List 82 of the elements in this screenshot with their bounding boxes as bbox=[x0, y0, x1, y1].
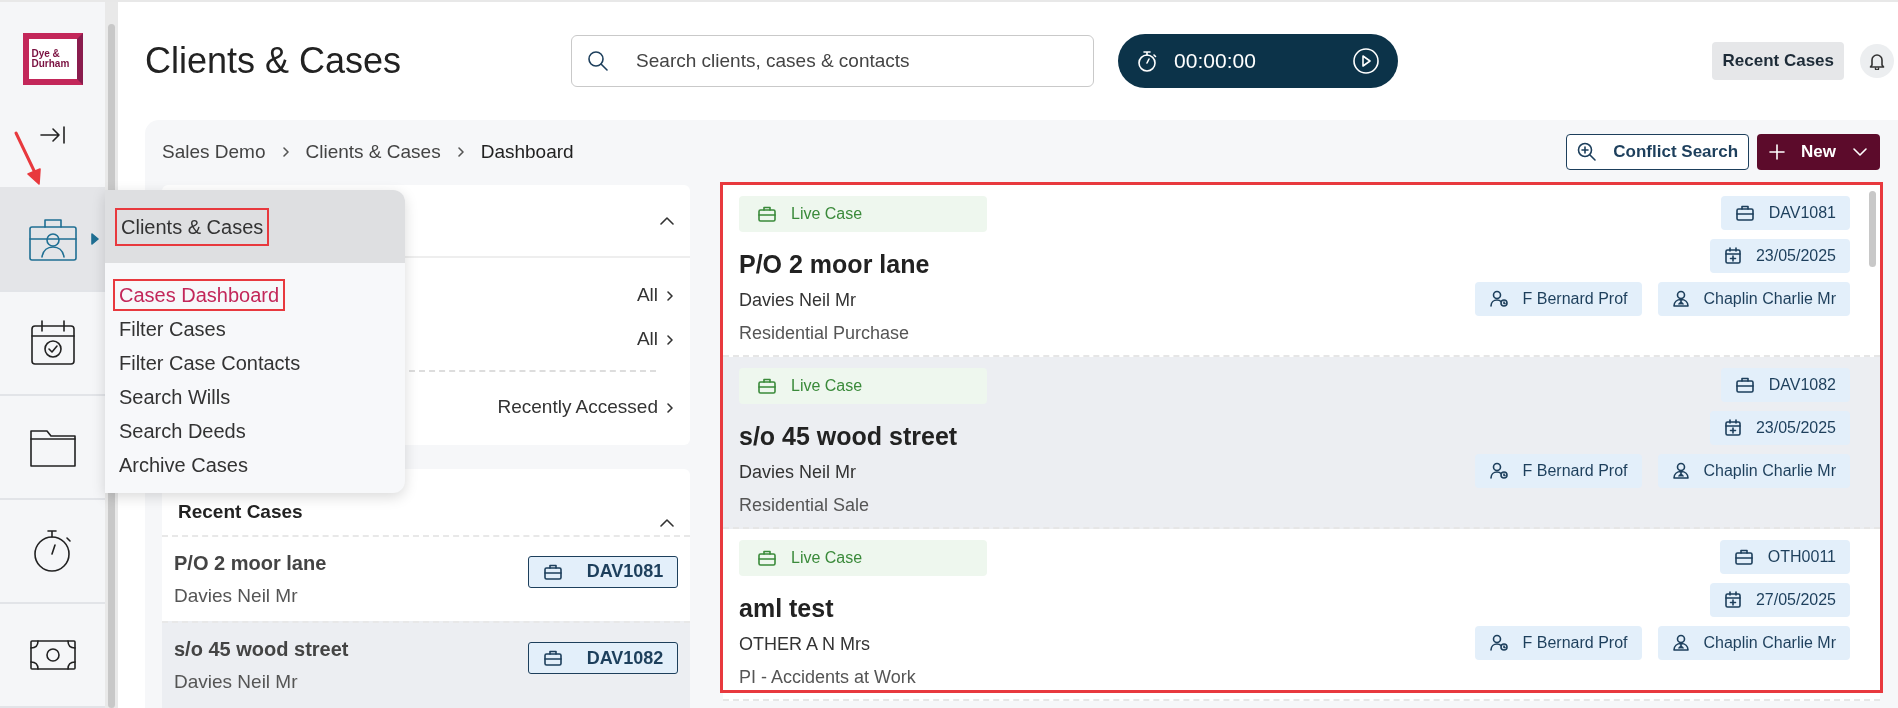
case-title: s/o 45 wood street bbox=[739, 420, 959, 452]
person-clock-icon bbox=[1488, 633, 1509, 652]
supervisor-chip: Chaplin Charlie Mr bbox=[1657, 453, 1850, 488]
stopwatch-icon[interactable] bbox=[31, 527, 74, 574]
person-icon bbox=[1671, 633, 1690, 652]
chevron-right-icon bbox=[281, 146, 290, 159]
bell-icon bbox=[1869, 51, 1885, 70]
calendar-plus-icon bbox=[1723, 418, 1742, 437]
scrollbar[interactable] bbox=[1869, 190, 1876, 267]
briefcase-icon bbox=[542, 649, 563, 668]
date-chip: 23/05/2025 bbox=[1709, 238, 1850, 273]
chevron-right-icon[interactable] bbox=[666, 333, 674, 346]
briefcase-icon bbox=[542, 562, 563, 581]
briefcase-icon bbox=[757, 204, 777, 223]
breadcrumb-link[interactable]: Sales Demo bbox=[162, 137, 266, 167]
person-icon bbox=[1671, 461, 1690, 480]
case-title: P/O 2 moor lane bbox=[739, 248, 931, 280]
case-title: P/O 2 moor lane bbox=[174, 550, 327, 576]
case-reference-button[interactable]: DAV1082 bbox=[528, 642, 678, 675]
person-clock-icon bbox=[1488, 289, 1509, 308]
client-name: OTHER A N Mrs bbox=[739, 633, 871, 657]
briefcase-icon bbox=[757, 376, 777, 395]
menu-title: Clients & Cases bbox=[115, 207, 270, 246]
stopwatch-icon bbox=[1136, 48, 1159, 73]
person-clock-icon bbox=[1488, 461, 1509, 480]
chevron-right-icon bbox=[456, 146, 465, 159]
calendar-plus-icon bbox=[1723, 590, 1742, 609]
chevron-up-icon[interactable] bbox=[660, 215, 674, 225]
plus-icon bbox=[1769, 144, 1786, 161]
chevron-up-icon[interactable] bbox=[660, 517, 674, 527]
client-name: Davies Neil Mr bbox=[174, 670, 299, 695]
conflict-search-button[interactable]: Conflict Search bbox=[1566, 134, 1750, 170]
card-title: Recent Cases bbox=[178, 500, 303, 525]
chevron-right-icon[interactable] bbox=[666, 289, 674, 302]
fee-earner-chip: F Bernard Prof bbox=[1474, 625, 1642, 660]
case-type: Residential Purchase bbox=[739, 322, 911, 346]
case-title: aml test bbox=[739, 592, 835, 624]
status-badge: Live Case bbox=[739, 195, 987, 232]
client-name: Davies Neil Mr bbox=[739, 461, 858, 485]
reference-chip: DAV1081 bbox=[1720, 195, 1850, 230]
menu-item[interactable]: Cases Dashboard bbox=[113, 279, 286, 311]
notifications-button[interactable] bbox=[1860, 43, 1894, 78]
recent-cases-button[interactable]: Recent Cases bbox=[1712, 42, 1844, 80]
case-type: PI - Accidents at Work bbox=[739, 666, 917, 690]
client-name: Davies Neil Mr bbox=[174, 583, 299, 608]
breadcrumb-current: Dashboard bbox=[480, 139, 574, 164]
supervisor-chip: Chaplin Charlie Mr bbox=[1657, 281, 1850, 316]
page-title: Clients & Cases bbox=[145, 39, 402, 83]
person-icon bbox=[1671, 289, 1690, 308]
search-field[interactable]: Search clients, cases & contacts bbox=[571, 34, 1095, 87]
chevron-down-icon bbox=[1852, 147, 1868, 158]
date-chip: 23/05/2025 bbox=[1709, 410, 1850, 445]
client-name: Davies Neil Mr bbox=[739, 289, 858, 313]
play-icon[interactable] bbox=[1352, 46, 1381, 75]
supervisor-chip: Chaplin Charlie Mr bbox=[1657, 625, 1850, 660]
briefcase-icon bbox=[1734, 375, 1755, 394]
logo: Dye & Durham bbox=[22, 33, 83, 85]
status-badge: Live Case bbox=[739, 539, 987, 576]
fee-earner-chip: F Bernard Prof bbox=[1474, 281, 1642, 316]
case-card[interactable]: Live Case s/o 45 wood street Davies Neil Mr Residential Sale DAV1082 23/05/2025 F Bernard Prof Chaplin Charlie Mr bbox=[723, 356, 1880, 529]
date-chip: 27/05/2025 bbox=[1709, 582, 1850, 617]
briefcase-icon bbox=[1734, 203, 1755, 222]
case-reference-button[interactable]: DAV1081 bbox=[528, 555, 678, 588]
menu-item[interactable]: Archive Cases bbox=[113, 449, 254, 481]
new-button[interactable]: New bbox=[1757, 134, 1880, 170]
zoom-in-icon bbox=[1577, 142, 1598, 163]
case-title: s/o 45 wood street bbox=[174, 637, 349, 663]
calendar-plus-icon bbox=[1723, 246, 1742, 265]
chevron-right-icon[interactable] bbox=[666, 401, 674, 414]
breadcrumb-link[interactable]: Clients & Cases bbox=[305, 137, 441, 167]
banknote-icon[interactable] bbox=[27, 637, 78, 672]
briefcase-icon bbox=[757, 548, 777, 567]
briefcase-icon bbox=[1733, 547, 1754, 566]
reference-chip: OTH0011 bbox=[1719, 539, 1850, 574]
recent-case-row[interactable]: s/o 45 wood street Davies Neil Mr DAV1082 bbox=[162, 621, 690, 708]
timer-display: 00:00:00 bbox=[1174, 48, 1257, 75]
collapse-icon[interactable] bbox=[38, 124, 67, 146]
status-badge: Live Case bbox=[739, 367, 987, 404]
fee-earner-chip: F Bernard Prof bbox=[1474, 453, 1642, 488]
reference-chip: DAV1082 bbox=[1720, 367, 1850, 402]
calendar-check-icon[interactable] bbox=[28, 317, 77, 368]
case-type: Residential Sale bbox=[739, 494, 871, 518]
